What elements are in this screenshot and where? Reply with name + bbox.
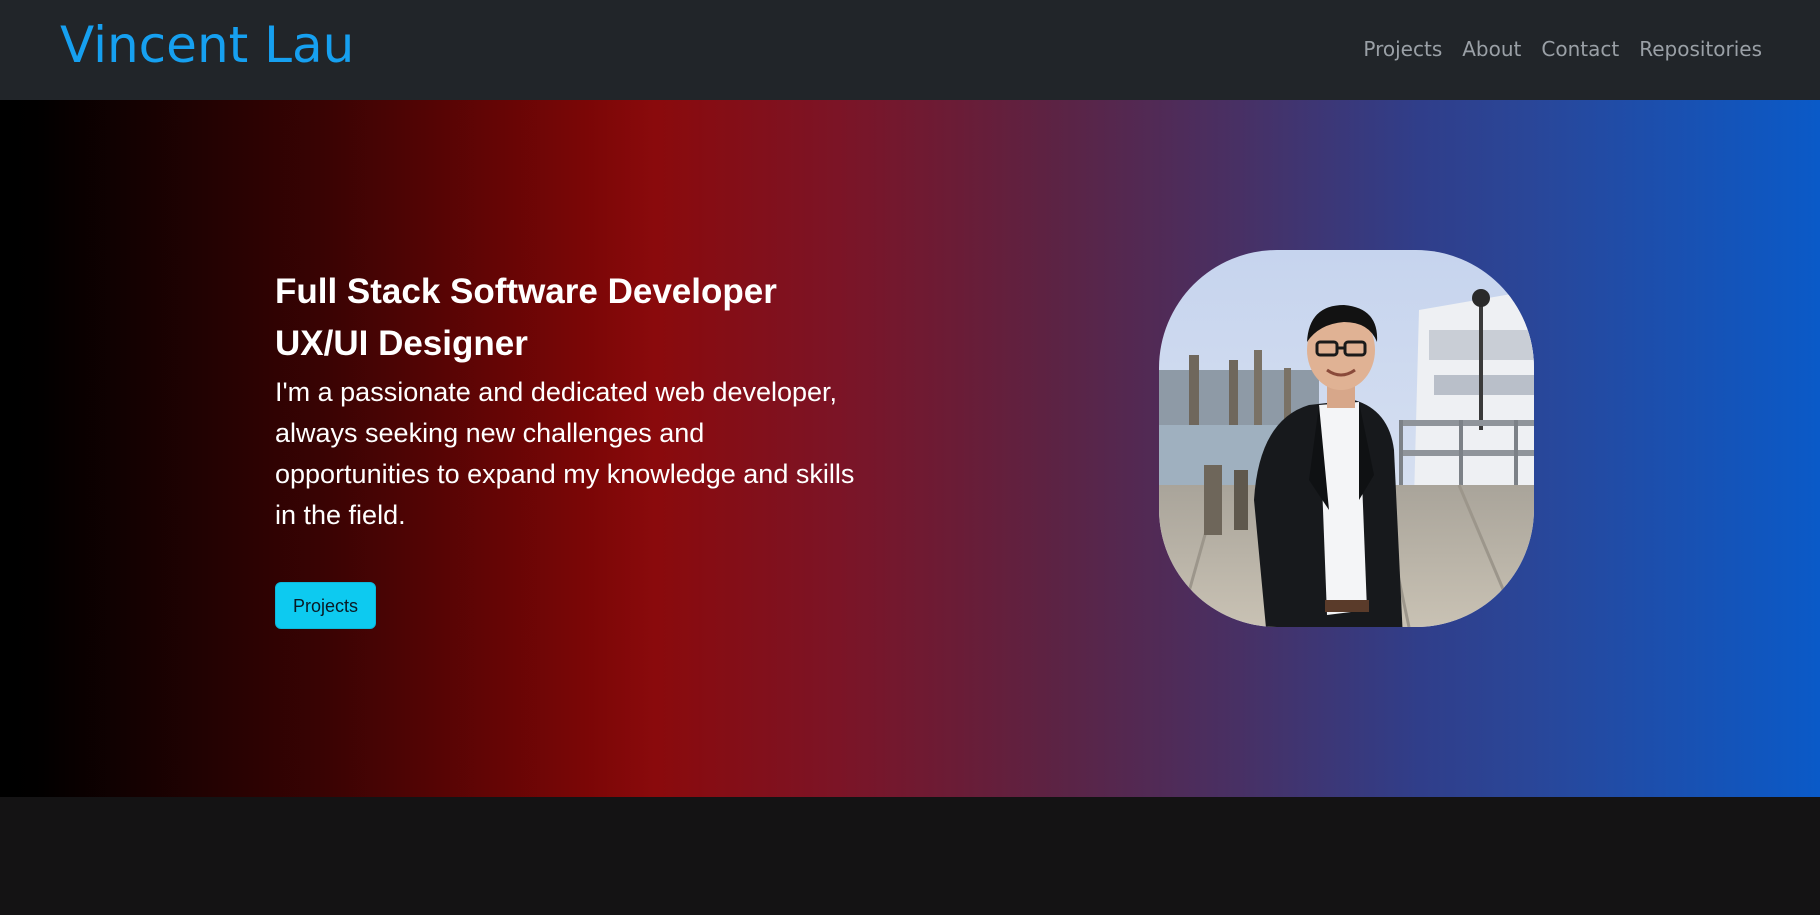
page-footer-band (0, 797, 1820, 915)
nav-link-projects[interactable]: Projects (1363, 34, 1442, 64)
profile-photo-icon (1159, 250, 1534, 627)
nav-link-about[interactable]: About (1462, 34, 1521, 64)
brand-logo-link[interactable]: Vincent Lau (60, 14, 354, 76)
profile-photo (1159, 250, 1534, 627)
navbar: Vincent Lau Projects About Contact Repos… (0, 0, 1820, 100)
nav-links: Projects About Contact Repositories (1363, 34, 1762, 64)
nav-link-repositories[interactable]: Repositories (1639, 34, 1762, 64)
hero-text: Full Stack Software Developer UX/UI Desi… (275, 266, 875, 536)
hero-title-line-1: Full Stack Software Developer (275, 272, 777, 311)
hero-description: I'm a passionate and dedicated web devel… (275, 377, 855, 530)
projects-button[interactable]: Projects (275, 582, 376, 629)
hero-section: Full Stack Software Developer UX/UI Desi… (0, 100, 1820, 797)
hero-title-line-2: UX/UI Designer (275, 324, 528, 363)
nav-link-contact[interactable]: Contact (1541, 34, 1619, 64)
